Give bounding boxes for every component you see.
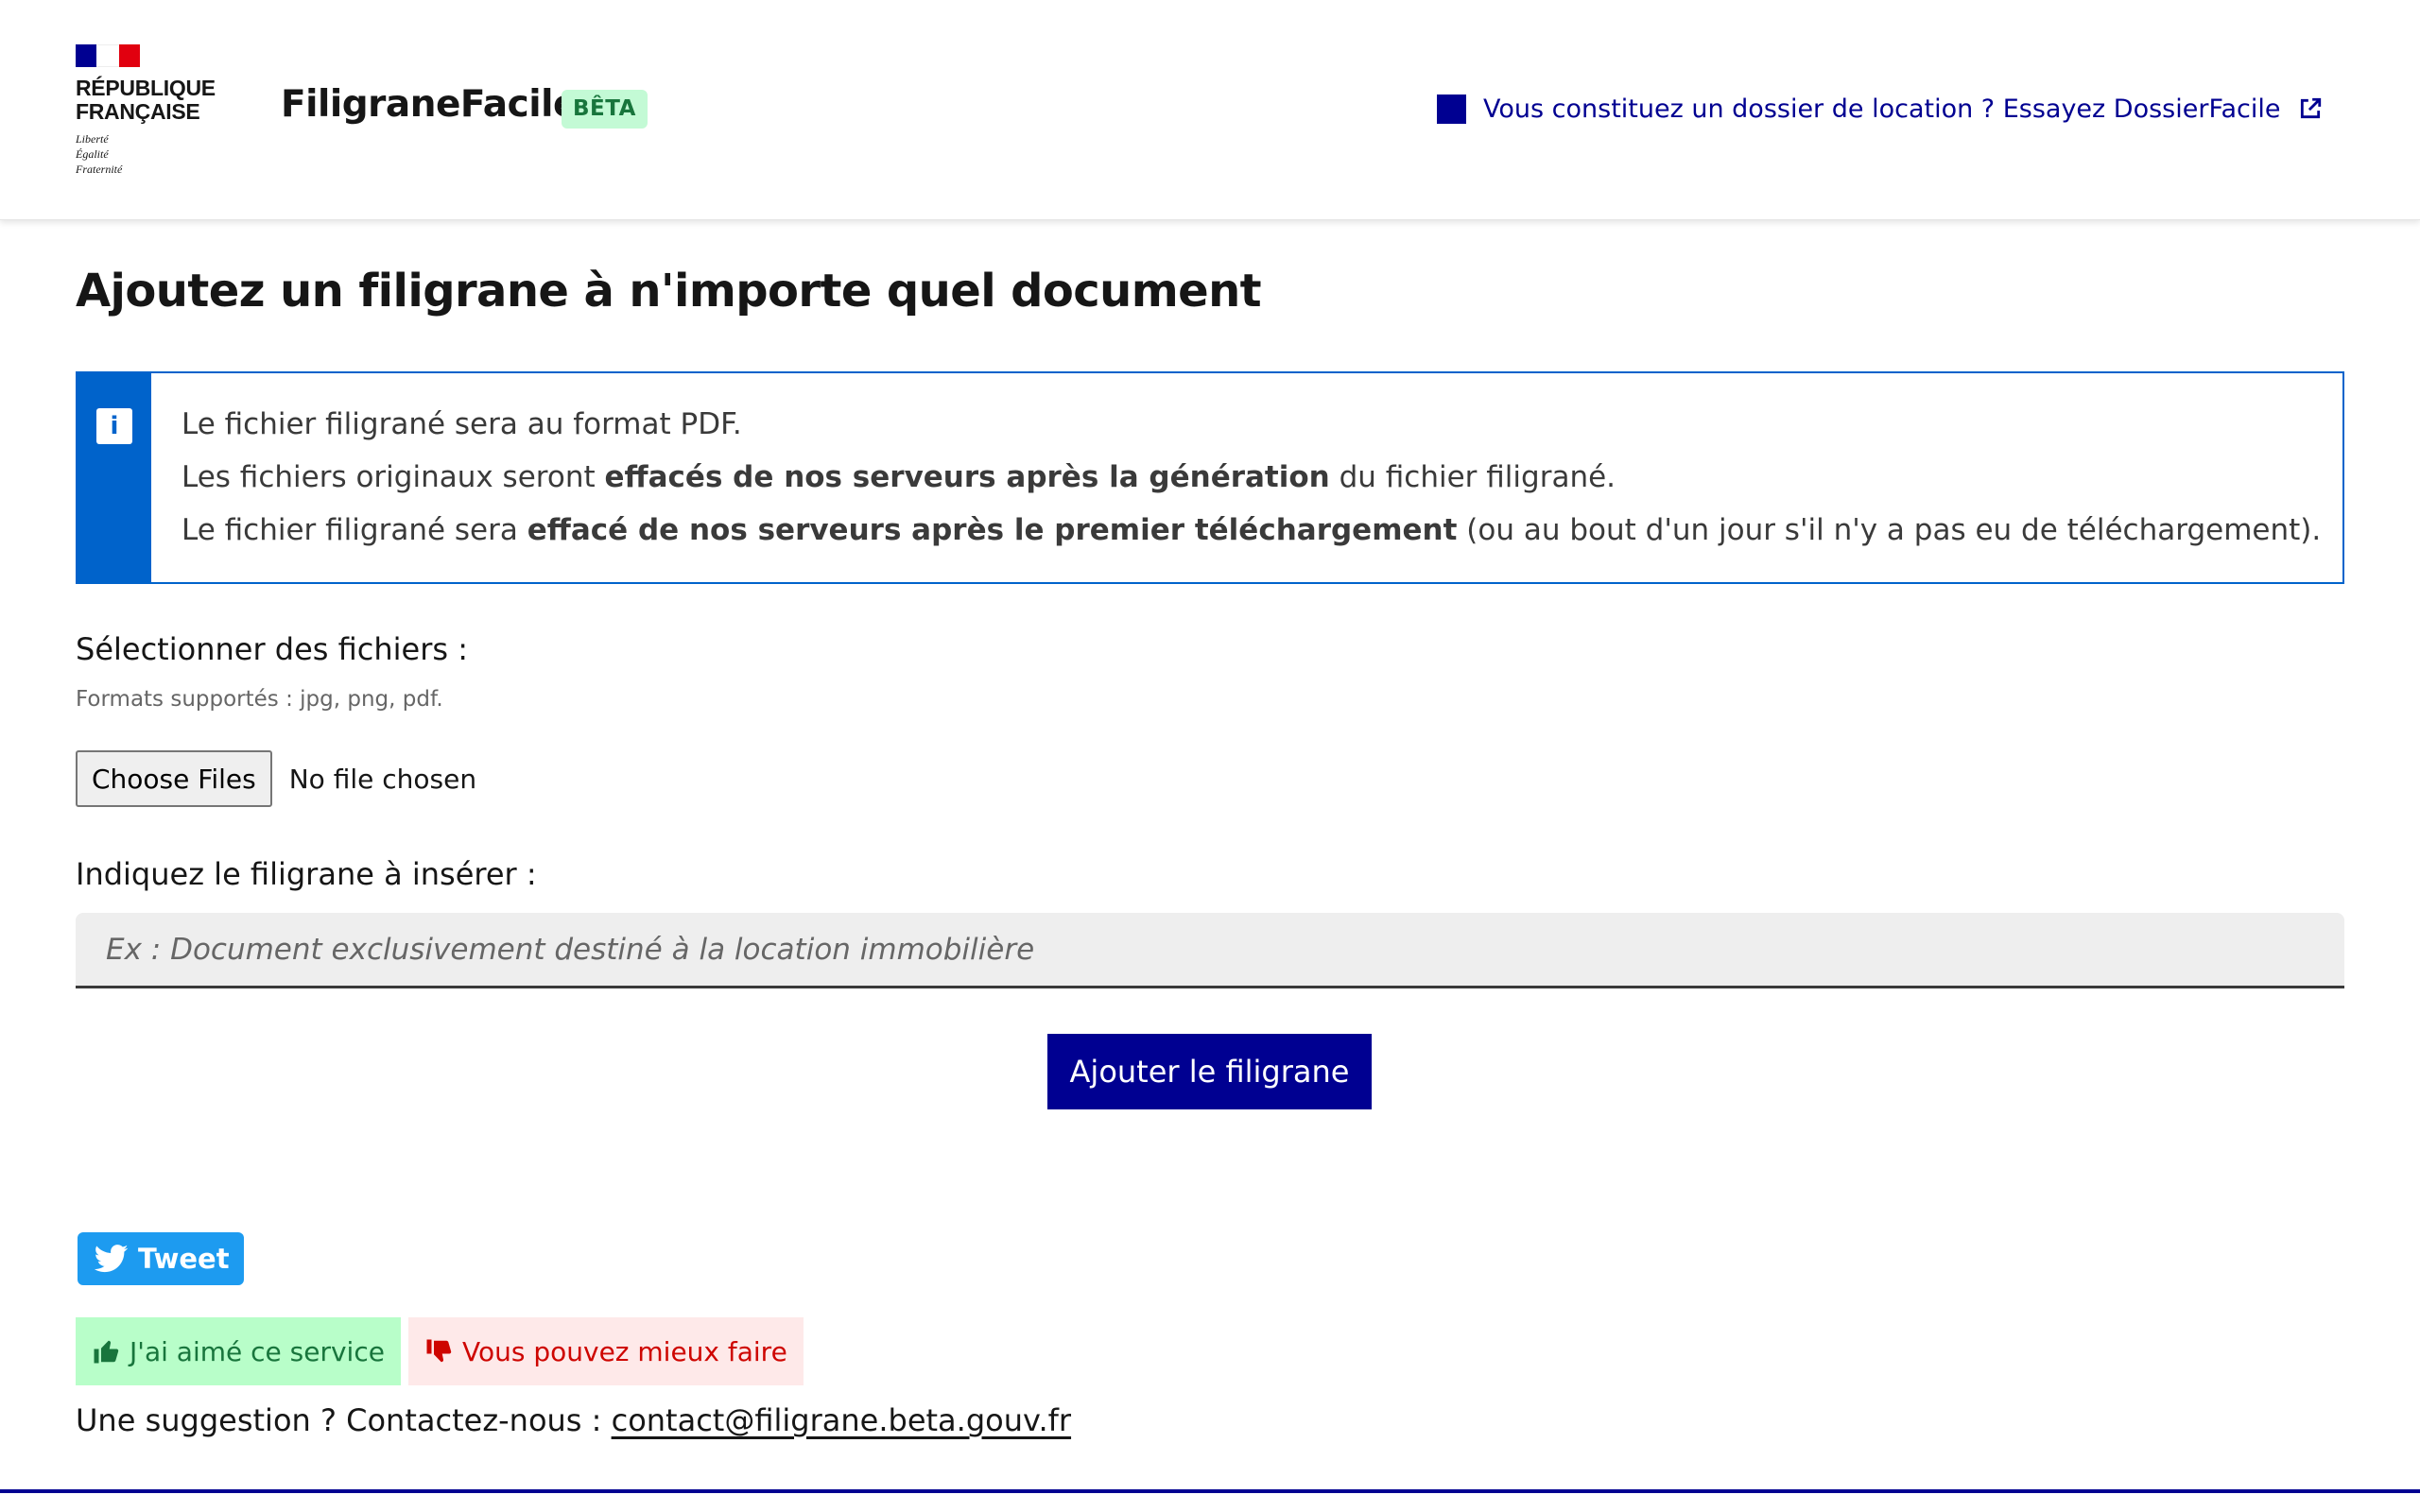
twitter-bird-icon	[95, 1245, 129, 1273]
dislike-label: Vous pouvez mieux faire	[462, 1335, 787, 1367]
thumbs-up-icon	[94, 1340, 119, 1364]
suggestion-text: Une suggestion ? Contactez-nous : contac…	[76, 1402, 1071, 1438]
beta-badge: BÊTA	[562, 90, 648, 129]
info-text: Le fichier filigrané sera au format PDF.…	[182, 398, 2321, 557]
tweet-button[interactable]: Tweet	[78, 1232, 244, 1285]
file-picker[interactable]: Choose Files No file chosen	[76, 750, 476, 807]
info-line-2: Les fichiers originaux seront effacés de…	[182, 460, 1616, 494]
dislike-button[interactable]: Vous pouvez mieux faire	[408, 1317, 804, 1385]
marianne-flag-icon	[76, 44, 140, 67]
dossierfacile-link-label: Vous constituez un dossier de location ?…	[1483, 94, 2281, 124]
republique-francaise-logo[interactable]: RÉPUBLIQUE FRANÇAISE Liberté Égalité Fra…	[76, 44, 227, 181]
info-line-1: Le fichier filigrané sera au format PDF.	[182, 407, 742, 441]
files-label: Sélectionner des fichiers :	[76, 631, 468, 667]
contact-email-link[interactable]: contact@filigrane.beta.gouv.fr	[612, 1402, 1071, 1438]
info-icon: i	[96, 408, 132, 444]
info-line-3: Le fichier filigrané sera effacé de nos …	[182, 513, 2322, 547]
file-status: No file chosen	[288, 763, 477, 795]
republique-francaise-text: RÉPUBLIQUE FRANÇAISE	[76, 76, 216, 124]
add-watermark-button[interactable]: Ajouter le filigrane	[1047, 1034, 1372, 1109]
republique-motto: Liberté Égalité Fraternité	[76, 132, 123, 176]
external-link-icon	[2300, 97, 2321, 119]
watermark-input[interactable]	[76, 913, 2344, 988]
like-button[interactable]: J'ai aimé ce service	[76, 1317, 401, 1385]
info-callout-side: i	[78, 373, 151, 582]
thumbs-down-icon	[426, 1339, 452, 1363]
tweet-label: Tweet	[138, 1243, 230, 1275]
watermark-label: Indiquez le filigrane à insérer :	[76, 856, 537, 892]
info-callout: i Le fichier filigrané sera au format PD…	[76, 371, 2344, 584]
site-header: RÉPUBLIQUE FRANÇAISE Liberté Égalité Fra…	[0, 0, 2420, 220]
footer-border	[0, 1489, 2420, 1493]
square-icon	[1437, 94, 1466, 124]
choose-files-button[interactable]: Choose Files	[76, 750, 272, 807]
like-label: J'ai aimé ce service	[130, 1335, 385, 1367]
service-title[interactable]: FiligraneFacile	[281, 83, 578, 126]
files-hint: Formats supportés : jpg, png, pdf.	[76, 687, 443, 712]
suggestion-prefix: Une suggestion ? Contactez-nous :	[76, 1402, 612, 1438]
page-title: Ajoutez un filigrane à n'importe quel do…	[76, 265, 1262, 318]
dossierfacile-link[interactable]: Vous constituez un dossier de location ?…	[1437, 91, 2323, 127]
